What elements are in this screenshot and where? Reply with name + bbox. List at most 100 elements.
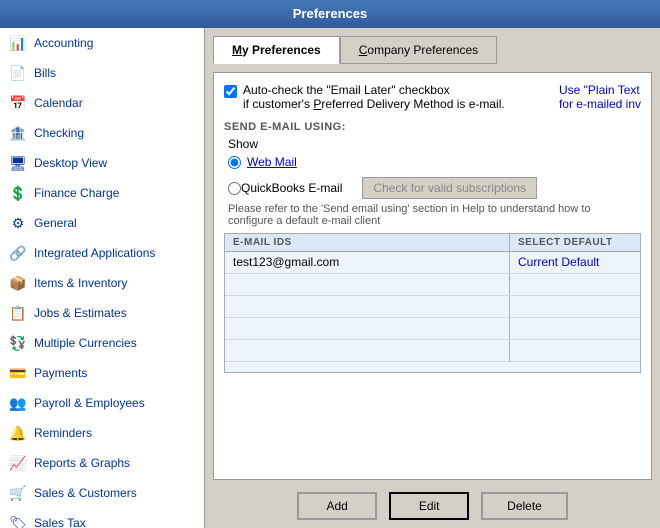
sidebar-item-sales-tax[interactable]: 🏷 Sales Tax	[0, 508, 204, 528]
sidebar-item-jobs-estimates[interactable]: 📋 Jobs & Estimates	[0, 298, 204, 328]
main-container: 📊 Accounting 📄 Bills 📅 Calendar 🏦 Checking 🖥 Desk…	[0, 28, 660, 528]
sidebar-item-finance-charge[interactable]: 💲 Finance Charge	[0, 178, 204, 208]
empty-cell	[510, 318, 640, 339]
table-row[interactable]: test123@gmail.com Current Default	[225, 252, 640, 274]
sidebar-item-label-jobs-estimates: Jobs & Estimates	[34, 306, 127, 320]
sidebar-item-label-bills: Bills	[34, 66, 56, 80]
finance-charge-icon: 💲	[8, 183, 28, 203]
qb-email-radio[interactable]	[228, 182, 241, 195]
tab-my-label: MMy Preferencesy Preferences	[232, 43, 321, 57]
empty-cell	[510, 340, 640, 361]
sidebar-item-label-calendar: Calendar	[34, 96, 83, 110]
sidebar-item-accounting[interactable]: 📊 Accounting	[0, 28, 204, 58]
tab-my-preferences[interactable]: MMy Preferencesy Preferences	[213, 36, 340, 64]
tabs-container: MMy Preferencesy Preferences Company Pre…	[213, 36, 652, 64]
email-col2-header: SELECT DEFAULT	[510, 234, 640, 251]
email-table-header: E-MAIL IDS SELECT DEFAULT	[225, 234, 640, 252]
bills-icon: 📄	[8, 63, 28, 83]
plain-text-label: Use "Plain Textfor e-mailed inv	[559, 83, 641, 111]
sidebar-item-label-sales-tax: Sales Tax	[34, 516, 86, 528]
table-row-empty-4	[225, 340, 640, 362]
check-subscriptions-button[interactable]: Check for valid subscriptions	[362, 177, 537, 199]
sidebar-item-reports-graphs[interactable]: 📈 Reports & Graphs	[0, 448, 204, 478]
empty-cell	[510, 274, 640, 295]
checking-icon: 🏦	[8, 123, 28, 143]
tab-company-preferences[interactable]: Company Preferences	[340, 36, 497, 64]
items-inventory-icon: 📦	[8, 273, 28, 293]
edit-button[interactable]: Edit	[389, 492, 469, 520]
sidebar-item-bills[interactable]: 📄 Bills	[0, 58, 204, 88]
payroll-employees-icon: 👥	[8, 393, 28, 413]
sidebar-item-label-payments: Payments	[34, 366, 87, 380]
sidebar-item-label-payroll-employees: Payroll & Employees	[34, 396, 145, 410]
window-title: Preferences	[293, 6, 367, 21]
sidebar: 📊 Accounting 📄 Bills 📅 Calendar 🏦 Checking 🖥 Desk…	[0, 28, 205, 528]
qb-email-label: QuickBooks E-mail	[241, 181, 342, 195]
accounting-icon: 📊	[8, 33, 28, 53]
sidebar-item-label-reports-graphs: Reports & Graphs	[34, 456, 130, 470]
send-email-section-label: SEND E-MAIL USING:	[224, 121, 641, 133]
sidebar-item-payroll-employees[interactable]: 👥 Payroll & Employees	[0, 388, 204, 418]
web-mail-radio[interactable]	[228, 156, 241, 169]
table-row-empty-2	[225, 296, 640, 318]
email-table: E-MAIL IDS SELECT DEFAULT test123@gmail.…	[224, 233, 641, 373]
integrated-apps-icon: 🔗	[8, 243, 28, 263]
sidebar-item-label-general: General	[34, 216, 77, 230]
sales-customers-icon: 🛒	[8, 483, 28, 503]
sidebar-item-checking[interactable]: 🏦 Checking	[0, 118, 204, 148]
show-label: Show	[228, 137, 641, 151]
sidebar-item-label-integrated-apps: Integrated Applications	[34, 246, 155, 260]
sidebar-list: 📊 Accounting 📄 Bills 📅 Calendar 🏦 Checking 🖥 Desk…	[0, 28, 204, 528]
multiple-currencies-icon: 💱	[8, 333, 28, 353]
delete-button[interactable]: Delete	[481, 492, 568, 520]
sidebar-item-label-sales-customers: Sales & Customers	[34, 486, 137, 500]
add-button[interactable]: Add	[297, 492, 377, 520]
sidebar-item-desktop-view[interactable]: 🖥 Desktop View	[0, 148, 204, 178]
sales-tax-icon: 🏷	[8, 513, 28, 528]
reminders-icon: 🔔	[8, 423, 28, 443]
auto-check-checkbox[interactable]	[224, 85, 237, 98]
title-bar: Preferences	[0, 0, 660, 28]
help-text: Please refer to the 'Send email using' s…	[228, 203, 641, 227]
my-underline: M	[232, 43, 242, 57]
select-default-cell[interactable]: Current Default	[510, 252, 640, 273]
general-icon: ⚙	[8, 213, 28, 233]
calendar-icon: 📅	[8, 93, 28, 113]
empty-cell	[225, 274, 510, 295]
sidebar-item-payments[interactable]: 💳 Payments	[0, 358, 204, 388]
empty-cell	[225, 318, 510, 339]
sidebar-item-label-items-inventory: Items & Inventory	[34, 276, 127, 290]
sidebar-item-label-finance-charge: Finance Charge	[34, 186, 119, 200]
email-table-body: test123@gmail.com Current Default	[225, 252, 640, 372]
auto-check-text: Auto-check the "Email Later" checkbox if…	[243, 83, 539, 111]
table-row-empty-3	[225, 318, 640, 340]
web-mail-label[interactable]: Web Mail	[247, 155, 297, 169]
sidebar-item-label-reminders: Reminders	[34, 426, 92, 440]
sidebar-item-label-accounting: Accounting	[34, 36, 93, 50]
sidebar-item-multiple-currencies[interactable]: 💱Multiple Currencies	[0, 328, 204, 358]
sidebar-item-label-desktop-view: Desktop View	[34, 156, 107, 170]
empty-cell	[225, 340, 510, 361]
web-mail-row: Web Mail	[228, 155, 641, 169]
sidebar-item-label-checking: Checking	[34, 126, 84, 140]
jobs-estimates-icon: 📋	[8, 303, 28, 323]
payments-icon: 💳	[8, 363, 28, 383]
sidebar-item-sales-customers[interactable]: 🛒 Sales & Customers	[0, 478, 204, 508]
table-row-empty-1	[225, 274, 640, 296]
content-area: MMy Preferencesy Preferences Company Pre…	[205, 28, 660, 528]
sidebar-scroll-wrapper: 📊 Accounting 📄 Bills 📅 Calendar 🏦 Checking 🖥 Desk…	[0, 28, 204, 528]
empty-cell	[225, 296, 510, 317]
desktop-view-icon: 🖥	[8, 153, 28, 173]
sidebar-item-items-inventory[interactable]: 📦 Items & Inventory	[0, 268, 204, 298]
reports-graphs-icon: 📈	[8, 453, 28, 473]
sidebar-item-general[interactable]: ⚙ General	[0, 208, 204, 238]
sidebar-item-integrated-apps[interactable]: 🔗 Integrated Applications	[0, 238, 204, 268]
auto-check-row: Auto-check the "Email Later" checkbox if…	[224, 83, 641, 111]
bottom-buttons: Add Edit Delete	[213, 484, 652, 520]
qb-email-row: QuickBooks E-mail Check for valid subscr…	[228, 177, 641, 199]
email-address-cell: test123@gmail.com	[225, 252, 510, 273]
email-col1-header: E-MAIL IDS	[225, 234, 510, 251]
tab-company-label: Company Preferences	[359, 43, 478, 57]
sidebar-item-calendar[interactable]: 📅 Calendar	[0, 88, 204, 118]
sidebar-item-reminders[interactable]: 🔔 Reminders	[0, 418, 204, 448]
